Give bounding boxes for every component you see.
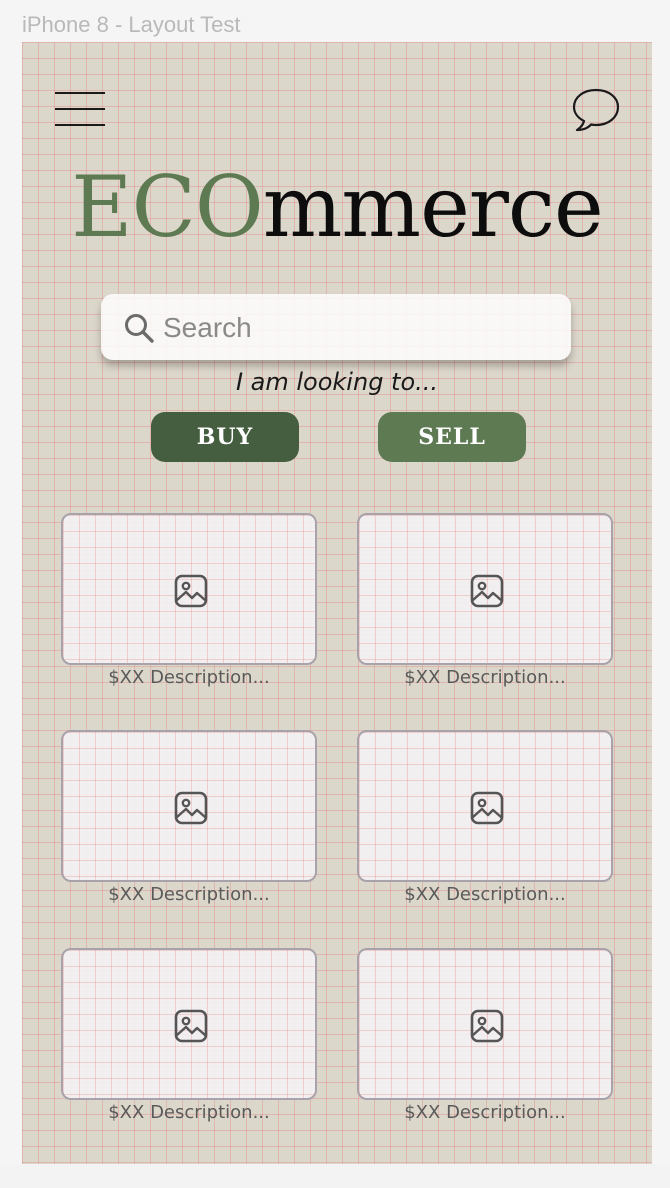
product-caption[interactable]: $XX Description...: [357, 1102, 613, 1123]
product-card[interactable]: $XX Description...: [61, 730, 317, 920]
image-placeholder-icon: [174, 1009, 208, 1043]
product-image-placeholder[interactable]: [357, 948, 613, 1100]
buy-button[interactable]: BUY: [151, 412, 299, 462]
sell-button[interactable]: SELL: [378, 412, 526, 462]
frame-label: iPhone 8 - Layout Test: [22, 12, 241, 37]
product-caption[interactable]: $XX Description...: [61, 1102, 317, 1123]
search-bar[interactable]: [101, 294, 571, 360]
brand-logo-accent: ECO: [71, 158, 263, 256]
product-image-placeholder[interactable]: [61, 513, 317, 665]
product-card[interactable]: $XX Description...: [357, 948, 613, 1138]
product-card[interactable]: $XX Description...: [61, 513, 317, 703]
speech-bubble-icon[interactable]: [570, 86, 622, 134]
image-placeholder-icon: [174, 791, 208, 825]
hamburger-menu-icon[interactable]: [55, 92, 107, 128]
product-image-placeholder[interactable]: [61, 948, 317, 1100]
brand-logo: ECOmmerce: [22, 152, 652, 262]
image-placeholder-icon: [174, 574, 208, 608]
product-caption[interactable]: $XX Description...: [357, 884, 613, 905]
iphone-frame: ECOmmerce I am looking to... BUY SELL $X…: [22, 42, 652, 1164]
product-caption[interactable]: $XX Description...: [61, 884, 317, 905]
product-caption[interactable]: $XX Description...: [357, 667, 613, 688]
image-placeholder-icon: [470, 1009, 504, 1043]
product-image-placeholder[interactable]: [61, 730, 317, 882]
image-placeholder-icon: [470, 791, 504, 825]
product-caption[interactable]: $XX Description...: [61, 667, 317, 688]
brand-logo-rest: mmerce: [262, 158, 604, 256]
image-placeholder-icon: [470, 574, 504, 608]
product-card[interactable]: $XX Description...: [61, 948, 317, 1138]
canvas-bottom-strip: [0, 1164, 670, 1188]
product-card[interactable]: $XX Description...: [357, 730, 613, 920]
intent-prompt: I am looking to...: [235, 368, 439, 396]
product-card[interactable]: $XX Description...: [357, 513, 613, 703]
search-input[interactable]: [161, 306, 555, 350]
product-image-placeholder[interactable]: [357, 513, 613, 665]
product-image-placeholder[interactable]: [357, 730, 613, 882]
search-icon: [125, 314, 154, 343]
